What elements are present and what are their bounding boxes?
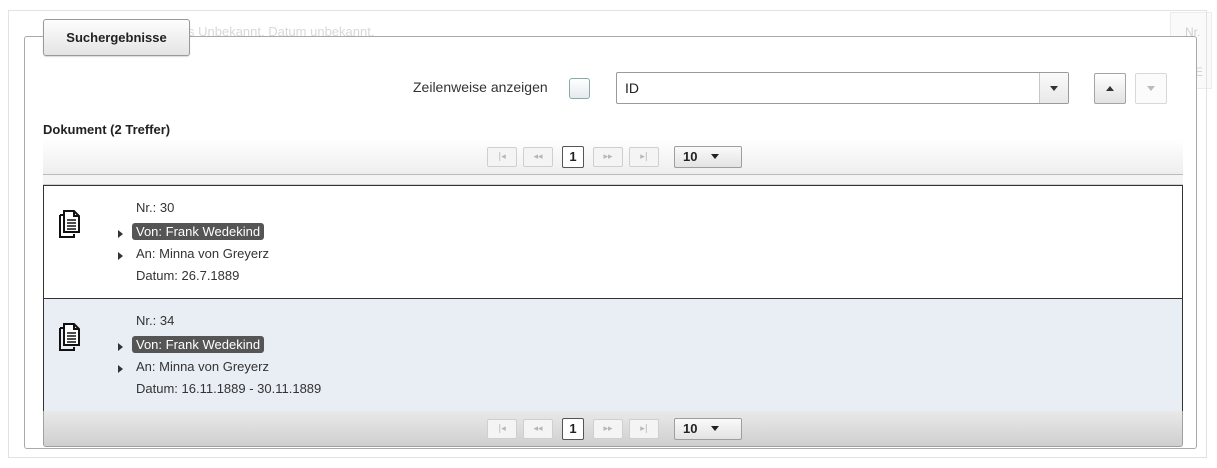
pager-top: |◂ ◂◂ 1 ▸▸ ▸| 10 (43, 139, 1183, 175)
next-page-button[interactable]: ▸▸ (593, 418, 623, 439)
tab-suchergebnisse[interactable]: Suchergebnisse (43, 19, 190, 56)
last-page-button[interactable]: ▸| (629, 418, 659, 439)
sort-descending-button[interactable] (1135, 73, 1167, 104)
chevron-down-icon (711, 154, 720, 159)
sort-field-select[interactable]: ID (616, 72, 1069, 104)
results-list: Nr.: 30 Von: Frank Wedekind An: Minna vo… (43, 185, 1183, 412)
chevron-down-icon (711, 426, 720, 431)
expand-arrow-icon[interactable] (118, 343, 123, 351)
chevron-up-icon (1106, 86, 1114, 91)
item-number: Nr.: 34 (136, 313, 175, 328)
next-page-button[interactable]: ▸▸ (593, 146, 623, 167)
item-date: Datum: 16.11.1889 - 30.11.1889 (136, 381, 322, 396)
sort-ascending-button[interactable] (1094, 73, 1126, 104)
expand-arrow-icon[interactable] (118, 365, 123, 373)
expand-arrow-icon[interactable] (118, 252, 123, 260)
item-date: Datum: 26.7.1889 (136, 268, 240, 283)
item-from-label: Von: Frank Wedekind (132, 223, 265, 240)
header-separator (43, 175, 1183, 185)
item-from[interactable]: Von: Frank Wedekind (132, 223, 265, 240)
current-page-button[interactable]: 1 (562, 417, 584, 440)
page-size-value: 10 (683, 149, 698, 164)
list-item[interactable]: Nr.: 30 Von: Frank Wedekind An: Minna vo… (44, 186, 1182, 299)
page-size-select[interactable]: 10 (674, 417, 742, 440)
page-size-value: 10 (683, 421, 698, 436)
item-to[interactable]: An: Minna von Greyerz (136, 359, 269, 374)
current-page-button[interactable]: 1 (562, 145, 584, 168)
row-view-label: Zeilenweise anzeigen (413, 79, 548, 95)
first-page-button[interactable]: |◂ (487, 418, 517, 439)
first-page-button[interactable]: |◂ (487, 146, 517, 167)
item-number: Nr.: 30 (136, 200, 175, 215)
document-icon (59, 210, 80, 238)
prev-page-button[interactable]: ◂◂ (523, 418, 553, 439)
row-view-checkbox[interactable] (569, 78, 590, 99)
item-to[interactable]: An: Minna von Greyerz (136, 246, 269, 261)
page-size-select[interactable]: 10 (674, 145, 742, 168)
results-title: Dokument (2 Treffer) (43, 122, 171, 137)
sort-field-value: ID (625, 80, 639, 96)
prev-page-button[interactable]: ◂◂ (523, 146, 553, 167)
pager-bottom: |◂ ◂◂ 1 ▸▸ ▸| 10 (43, 411, 1183, 447)
list-item[interactable]: Nr.: 34 Von: Frank Wedekind An: Minna vo… (44, 299, 1182, 412)
document-icon (59, 323, 80, 351)
dropdown-arrow-icon[interactable] (1039, 73, 1068, 103)
item-from-label: Von: Frank Wedekind (132, 336, 265, 353)
expand-arrow-icon[interactable] (118, 230, 123, 238)
item-from[interactable]: Von: Frank Wedekind (132, 336, 265, 353)
last-page-button[interactable]: ▸| (629, 146, 659, 167)
chevron-down-icon (1147, 86, 1155, 91)
